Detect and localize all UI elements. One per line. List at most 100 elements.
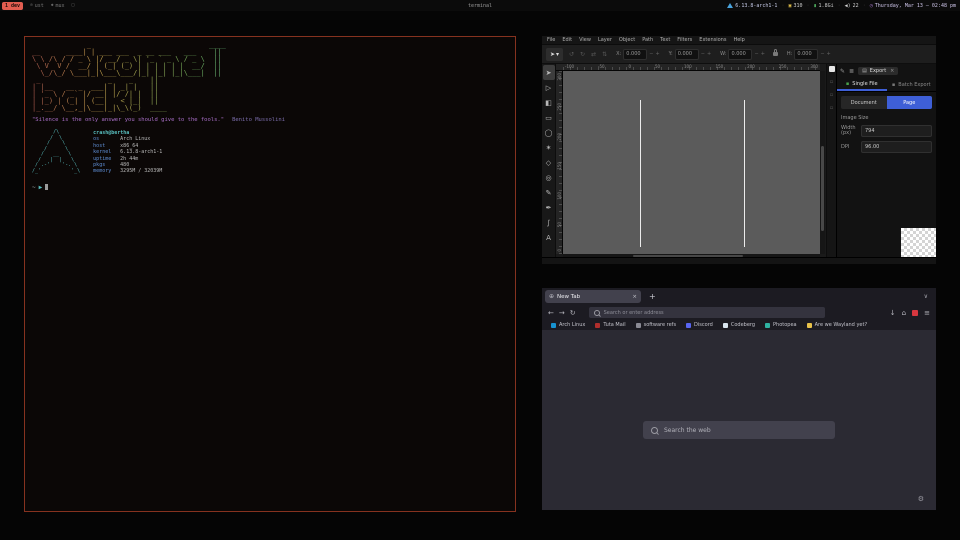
- spiral-tool[interactable]: ◎: [543, 170, 555, 185]
- workspace-3[interactable]: ◆ mux: [51, 3, 65, 9]
- web-search-input[interactable]: Search the web: [643, 421, 835, 439]
- flip-vertical-icon[interactable]: ⇅: [602, 51, 607, 58]
- url-bar[interactable]: Search or enter address: [589, 307, 825, 318]
- status-modules: 6.13.8-arch1-1 · ▣ 310 · ▮ 1.8Gi · ◀) 22…: [727, 3, 956, 9]
- x-plus-button[interactable]: +: [655, 51, 659, 57]
- bookmark-wayland[interactable]: Are we Wayland yet?: [807, 322, 867, 328]
- menu-file[interactable]: File: [547, 37, 555, 43]
- extension-icon[interactable]: [912, 310, 918, 316]
- w-minus-button[interactable]: −: [754, 51, 758, 57]
- calligraphy-tool[interactable]: ∫: [543, 215, 555, 230]
- snap-option-icon[interactable]: ▫: [830, 105, 833, 111]
- layers-icon[interactable]: ≣: [849, 68, 854, 75]
- scrollbar-thumb[interactable]: [821, 146, 824, 231]
- gear-icon[interactable]: ⚙: [918, 495, 924, 503]
- menu-icon[interactable]: ≡: [924, 309, 930, 317]
- home-icon[interactable]: ⌂: [902, 309, 906, 317]
- bookmark-favicon: [807, 323, 812, 328]
- h-minus-button[interactable]: −: [820, 51, 824, 57]
- tab-batch-export[interactable]: ▪ Batch Export: [887, 78, 937, 91]
- separator: ·: [807, 3, 810, 9]
- menu-object[interactable]: Object: [619, 37, 635, 43]
- back-button[interactable]: ←: [548, 309, 554, 317]
- rotate-ccw-icon[interactable]: ↺: [569, 51, 574, 58]
- tab-single-file[interactable]: ▪ Single File: [837, 78, 887, 91]
- forward-button[interactable]: →: [559, 309, 565, 317]
- canvas[interactable]: [563, 71, 820, 254]
- vertical-ruler[interactable]: 300 250 200 150 100 50 0: [556, 71, 563, 254]
- menu-view[interactable]: View: [579, 37, 591, 43]
- bookmark-photopea[interactable]: Photopea: [765, 322, 797, 328]
- menu-text[interactable]: Text: [660, 37, 670, 43]
- new-tab-button[interactable]: +: [649, 292, 656, 301]
- browser-window: ⊕ New Tab × + ∨ ← → ↻ Search or enter ad…: [542, 288, 936, 510]
- x-minus-button[interactable]: −: [649, 51, 653, 57]
- flip-horizontal-icon[interactable]: ⇄: [591, 51, 596, 58]
- h-plus-button[interactable]: +: [827, 51, 831, 57]
- menu-edit[interactable]: Edit: [562, 37, 572, 43]
- export-dock-tab[interactable]: ▤ Export ×: [858, 67, 898, 75]
- star-tool[interactable]: ✶: [543, 140, 555, 155]
- width-input[interactable]: 794: [861, 125, 932, 137]
- menu-filters[interactable]: Filters: [677, 37, 692, 43]
- selector-tool[interactable]: ➤: [543, 65, 555, 80]
- y-plus-button[interactable]: +: [707, 51, 711, 57]
- page-button[interactable]: Page: [887, 96, 933, 109]
- lock-ratio-icon[interactable]: [773, 52, 778, 56]
- list-tabs-icon[interactable]: ∨: [924, 293, 928, 300]
- menu-path[interactable]: Path: [642, 37, 653, 43]
- horizontal-ruler[interactable]: -100 -50 0 50 100 150 200 250 300: [563, 64, 820, 71]
- rotate-cw-icon[interactable]: ↻: [580, 51, 585, 58]
- bookmark-codeberg[interactable]: Codeberg: [723, 322, 755, 328]
- workspace-4[interactable]: □: [72, 3, 75, 8]
- node-tool[interactable]: ▷: [543, 80, 555, 95]
- reload-button[interactable]: ↻: [570, 309, 576, 317]
- volume-module[interactable]: ◀) 22: [845, 3, 859, 9]
- text-tool[interactable]: A: [543, 230, 555, 245]
- snap-option-icon[interactable]: ▫: [830, 79, 833, 85]
- menu-layer[interactable]: Layer: [598, 37, 612, 43]
- pen-tool[interactable]: ✒: [543, 200, 555, 215]
- kernel-module: 6.13.8-arch1-1: [727, 3, 777, 9]
- menu-help[interactable]: Help: [733, 37, 744, 43]
- terminal-window: _ ____ __ ____| | ___ ___ _ __ ___ ___ |…: [24, 36, 516, 512]
- tab-new-tab[interactable]: ⊕ New Tab ×: [545, 290, 641, 303]
- x-input[interactable]: 0.000: [623, 49, 647, 60]
- snap-option-icon[interactable]: ▫: [830, 92, 833, 98]
- bookmark-tuta-mail[interactable]: Tuta Mail: [595, 322, 625, 328]
- w-input[interactable]: 0.000: [728, 49, 752, 60]
- y-input[interactable]: 0.000: [675, 49, 699, 60]
- bookmark-software-refs[interactable]: software refs: [636, 322, 676, 328]
- bookmark-discord[interactable]: Discord: [686, 322, 713, 328]
- w-plus-button[interactable]: +: [761, 51, 765, 57]
- pencil-icon[interactable]: ✎: [840, 68, 845, 75]
- close-icon[interactable]: ×: [890, 68, 894, 74]
- snap-toolbar: ▫ ▫ ▫: [826, 64, 836, 258]
- vertical-scrollbar[interactable]: [820, 71, 825, 254]
- workspace-2[interactable]: ⊙ ust: [30, 3, 44, 9]
- shell-prompt[interactable]: ~ ▶: [32, 184, 508, 191]
- menu-extensions[interactable]: Extensions: [699, 37, 726, 43]
- pencil-tool[interactable]: ✎: [543, 185, 555, 200]
- fetch-value: 3295M / 32039M: [120, 168, 162, 174]
- shape-builder-icon: ◧: [545, 99, 552, 107]
- workspace-active[interactable]: 1 dev: [2, 2, 23, 10]
- h-input[interactable]: 0.000: [794, 49, 818, 60]
- document-button[interactable]: Document: [841, 96, 887, 109]
- downloads-icon[interactable]: ↓: [890, 309, 896, 317]
- ruler-tick: 200: [557, 133, 562, 141]
- box-tool[interactable]: ◇: [543, 155, 555, 170]
- bookmark-arch-linux[interactable]: Arch Linux: [551, 322, 585, 328]
- close-tab-icon[interactable]: ×: [632, 294, 637, 300]
- selection-mode-dropdown[interactable]: ➤ ▾: [546, 48, 563, 61]
- ruler-tick: 250: [779, 64, 787, 70]
- snap-toggle-button[interactable]: [829, 66, 835, 72]
- dpi-input[interactable]: 96.00: [861, 141, 932, 153]
- batch-export-icon: ▪: [892, 82, 895, 88]
- ellipse-tool[interactable]: ◯: [543, 125, 555, 140]
- y-minus-button[interactable]: −: [701, 51, 705, 57]
- prompt-path: ~: [32, 184, 36, 191]
- rectangle-icon: ▭: [545, 114, 552, 122]
- rectangle-tool[interactable]: ▭: [543, 110, 555, 125]
- shape-builder-tool[interactable]: ◧: [543, 95, 555, 110]
